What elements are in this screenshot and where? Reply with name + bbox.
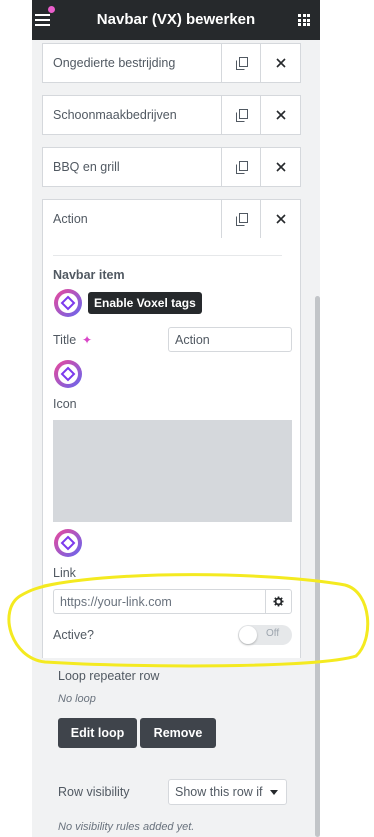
row-visibility-label: Row visibility (58, 785, 130, 799)
link-label: Link (53, 566, 76, 580)
close-icon (275, 214, 286, 224)
repeater-item-label: BBQ en grill (53, 160, 120, 174)
edit-loop-button[interactable]: Edit loop (58, 718, 137, 748)
repeater-item-label: Action (53, 212, 88, 226)
duplicate-button[interactable] (221, 96, 261, 134)
toggle-knob (239, 626, 257, 644)
copy-icon (235, 108, 248, 122)
title-label: Title (53, 333, 77, 347)
row-visibility-value: Show this row if (175, 785, 263, 799)
remove-item-button[interactable] (260, 148, 300, 186)
chevron-down-icon (270, 790, 278, 795)
scrollbar[interactable] (315, 296, 320, 837)
loop-note: No loop (58, 693, 96, 705)
voxel-tags-icon[interactable] (53, 359, 83, 389)
toggle-state-text: Off (266, 628, 280, 639)
gear-icon (273, 596, 284, 607)
loop-label: Loop repeater row (58, 669, 160, 683)
title-input[interactable]: Action (168, 327, 292, 352)
page-title: Navbar (VX) bewerken (96, 11, 256, 28)
icon-label: Icon (53, 397, 77, 411)
icon-picker-preview[interactable] (53, 420, 292, 522)
repeater-item-label: Schoonmaakbedrijven (53, 108, 177, 122)
duplicate-button[interactable] (221, 148, 261, 186)
remove-item-button[interactable] (260, 96, 300, 134)
remove-loop-button[interactable]: Remove (140, 718, 216, 748)
visibility-note: No visibility rules added yet. (58, 821, 195, 833)
link-options-button[interactable] (265, 589, 292, 614)
editor-header: Navbar (VX) bewerken (32, 0, 320, 40)
row-visibility-select[interactable]: Show this row if (168, 779, 287, 805)
repeater-item[interactable]: Schoonmaakbedrijven (42, 95, 301, 135)
duplicate-button[interactable] (221, 200, 261, 238)
active-toggle[interactable]: Off (238, 625, 292, 645)
copy-icon (235, 212, 248, 226)
voxel-tags-icon[interactable] (53, 528, 83, 558)
repeater-item[interactable]: BBQ en grill (42, 147, 301, 187)
close-icon (275, 162, 286, 172)
grid-icon[interactable] (298, 14, 310, 26)
repeater-item-label: Ongedierte bestrijding (53, 56, 176, 70)
voxel-tags-icon[interactable] (53, 288, 83, 318)
close-icon (275, 110, 286, 120)
active-label: Active? (53, 628, 94, 642)
duplicate-button[interactable] (221, 44, 261, 82)
divider (53, 255, 282, 256)
copy-icon (235, 160, 248, 174)
link-input[interactable]: https://your-link.com (53, 589, 265, 614)
copy-icon (235, 56, 248, 70)
ai-sparkle-icon[interactable]: ✦ (82, 333, 92, 347)
remove-item-button[interactable] (260, 200, 300, 238)
repeater-item-active[interactable]: Action (42, 199, 301, 239)
repeater-item[interactable]: Ongedierte bestrijding (42, 43, 301, 83)
close-icon (275, 58, 286, 68)
voxel-tags-tooltip: Enable Voxel tags (88, 292, 202, 314)
remove-item-button[interactable] (260, 44, 300, 82)
section-title: Navbar item (53, 268, 125, 282)
